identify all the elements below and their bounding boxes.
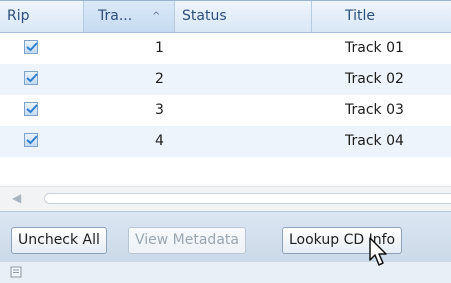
- rip-checkbox[interactable]: [24, 102, 40, 118]
- track-grid: Rip Tra... ^ Status Title 1 Track 01 2 T…: [0, 0, 451, 184]
- uncheck-all-button[interactable]: Uncheck All: [11, 227, 107, 254]
- document-icon: [10, 266, 22, 278]
- scrollbar-thumb[interactable]: [44, 193, 451, 204]
- table-row[interactable]: 1 Track 01: [0, 33, 451, 64]
- column-header-status[interactable]: Status: [175, 1, 312, 32]
- checkbox-icon: [24, 133, 38, 147]
- table-row[interactable]: 2 Track 02: [0, 64, 451, 95]
- scroll-left-icon[interactable]: ◀: [12, 191, 24, 205]
- column-header-title-label: Title: [345, 8, 376, 24]
- rip-checkbox[interactable]: [24, 133, 40, 149]
- track-number: 1: [155, 40, 164, 56]
- track-title: Track 04: [345, 133, 404, 149]
- track-number: 2: [155, 71, 164, 87]
- rip-checkbox[interactable]: [24, 40, 40, 56]
- column-header-status-label: Status: [182, 8, 227, 24]
- column-header-title[interactable]: Title: [312, 1, 451, 32]
- track-number: 4: [155, 133, 164, 149]
- track-title: Track 01: [345, 40, 404, 56]
- grid-header: Rip Tra... ^ Status Title: [0, 1, 451, 33]
- column-header-rip-label: Rip: [7, 8, 30, 24]
- chevron-up-icon: ^: [152, 11, 161, 22]
- horizontal-scrollbar[interactable]: ◀: [0, 186, 451, 211]
- view-metadata-button[interactable]: View Metadata: [128, 227, 246, 254]
- rip-checkbox[interactable]: [24, 71, 40, 87]
- column-header-track-label: Tra...: [98, 8, 133, 24]
- mouse-pointer-icon: [369, 237, 387, 266]
- track-number: 3: [155, 102, 164, 118]
- track-title: Track 03: [345, 102, 404, 118]
- checkbox-icon: [24, 102, 38, 116]
- track-title: Track 02: [345, 71, 404, 87]
- checkbox-icon: [24, 40, 38, 54]
- checkbox-icon: [24, 71, 38, 85]
- column-header-track[interactable]: Tra... ^: [84, 1, 175, 32]
- column-header-rip[interactable]: Rip: [0, 1, 84, 32]
- table-row[interactable]: 3 Track 03: [0, 95, 451, 126]
- table-row[interactable]: 4 Track 04: [0, 126, 451, 157]
